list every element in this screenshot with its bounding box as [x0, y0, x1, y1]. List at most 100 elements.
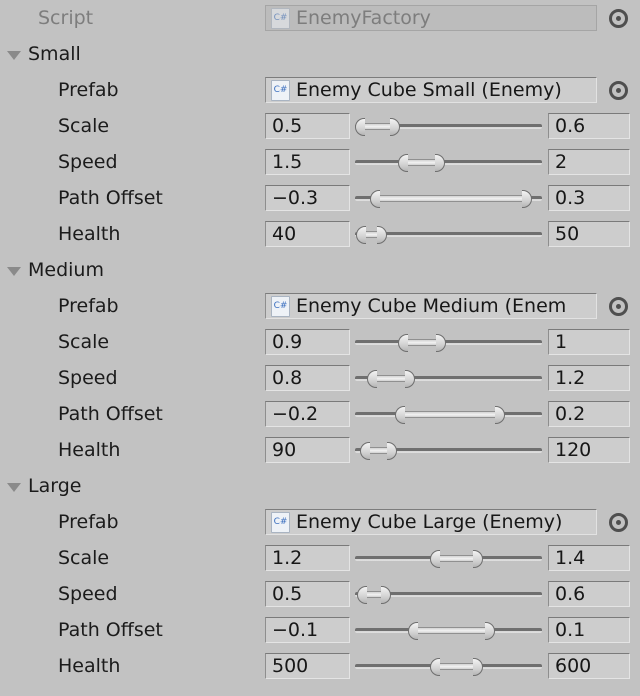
slider-knob-max-small-speed[interactable] [435, 154, 445, 172]
prefab-target-picker-icon-small[interactable] [609, 80, 628, 100]
label-medium-speed: Speed [58, 366, 118, 389]
min-input-small-scale[interactable]: 0.5 [265, 113, 350, 139]
max-input-large-health[interactable]: 600 [548, 653, 630, 679]
slider-fill-medium-path_offset [405, 411, 495, 418]
slider-knob-min-small-speed[interactable] [398, 154, 408, 172]
section-foldout-medium[interactable]: Medium [0, 252, 640, 288]
slider-knob-max-small-health[interactable] [377, 226, 387, 244]
min-input-large-speed[interactable]: 0.5 [265, 581, 350, 607]
slider-knob-min-large-health[interactable] [430, 658, 440, 676]
minmax-slider-small-speed[interactable] [355, 149, 542, 175]
field-row-medium-path_offset: Path Offset −0.2 0.2 [0, 396, 640, 432]
max-input-large-scale[interactable]: 1.4 [548, 545, 630, 571]
label-large-health: Health [58, 654, 121, 677]
max-input-medium-path_offset[interactable]: 0.2 [548, 401, 630, 427]
slider-knob-min-large-path_offset[interactable] [408, 622, 418, 640]
minmax-slider-small-health[interactable] [355, 221, 542, 247]
slider-knob-max-small-path_offset[interactable] [522, 190, 532, 208]
slider-knob-min-medium-path_offset[interactable] [395, 406, 405, 424]
slider-fill-large-path_offset [418, 627, 485, 634]
minmax-slider-small-path_offset[interactable] [355, 185, 542, 211]
section-foldout-small[interactable]: Small [0, 36, 640, 72]
min-input-large-path_offset[interactable]: −0.1 [265, 617, 350, 643]
slider-knob-min-medium-health[interactable] [360, 442, 370, 460]
min-input-medium-speed[interactable]: 0.8 [265, 365, 350, 391]
slider-fill-large-scale [440, 555, 473, 562]
slider-knob-max-large-path_offset[interactable] [485, 622, 495, 640]
max-input-medium-scale[interactable]: 1 [548, 329, 630, 355]
minmax-slider-medium-scale[interactable] [355, 329, 542, 355]
slider-knob-max-large-scale[interactable] [473, 550, 483, 568]
label-medium-scale: Scale [58, 330, 110, 353]
prefab-target-picker-icon-large[interactable] [609, 512, 628, 532]
slider-track-small-speed[interactable] [355, 160, 542, 165]
prefab-object-field-large[interactable]: C# Enemy Cube Large (Enemy) [265, 509, 597, 535]
field-row-medium-scale: Scale 0.9 1 [0, 324, 640, 360]
min-input-medium-scale[interactable]: 0.9 [265, 329, 350, 355]
min-input-large-health[interactable]: 500 [265, 653, 350, 679]
slider-fill-large-health [440, 663, 473, 670]
minmax-slider-medium-health[interactable] [355, 437, 542, 463]
max-input-small-path_offset[interactable]: 0.3 [548, 185, 630, 211]
slider-track-medium-scale[interactable] [355, 340, 542, 345]
slider-knob-max-medium-path_offset[interactable] [495, 406, 505, 424]
slider-knob-min-small-health[interactable] [356, 226, 366, 244]
label-large-speed: Speed [58, 582, 118, 605]
label-small-path_offset: Path Offset [58, 186, 163, 209]
max-input-large-path_offset[interactable]: 0.1 [548, 617, 630, 643]
script-target-picker-icon[interactable] [609, 8, 628, 28]
section-title-large: Large [28, 474, 82, 497]
min-input-large-scale[interactable]: 1.2 [265, 545, 350, 571]
prefab-row-large: Prefab C# Enemy Cube Large (Enemy) [0, 504, 640, 540]
max-input-small-scale[interactable]: 0.6 [548, 113, 630, 139]
slider-knob-max-medium-scale[interactable] [436, 334, 446, 352]
prefab-object-value-medium: Enemy Cube Medium (Enem [296, 294, 567, 317]
min-input-medium-path_offset[interactable]: −0.2 [265, 401, 350, 427]
minmax-slider-small-scale[interactable] [355, 113, 542, 139]
section-foldout-large[interactable]: Large [0, 468, 640, 504]
slider-knob-max-medium-health[interactable] [387, 442, 397, 460]
label-medium-health: Health [58, 438, 121, 461]
min-input-small-health[interactable]: 40 [265, 221, 350, 247]
prefab-label-medium: Prefab [58, 294, 119, 317]
max-input-small-health[interactable]: 50 [548, 221, 630, 247]
max-input-medium-health[interactable]: 120 [548, 437, 630, 463]
minmax-slider-large-path_offset[interactable] [355, 617, 542, 643]
prefab-target-picker-icon-medium[interactable] [609, 296, 628, 316]
min-input-small-speed[interactable]: 1.5 [265, 149, 350, 175]
minmax-slider-medium-path_offset[interactable] [355, 401, 542, 427]
slider-knob-max-large-health[interactable] [473, 658, 483, 676]
minmax-slider-large-health[interactable] [355, 653, 542, 679]
max-input-medium-speed[interactable]: 1.2 [548, 365, 630, 391]
slider-fill-medium-scale [408, 339, 436, 346]
min-input-medium-health[interactable]: 90 [265, 437, 350, 463]
slider-knob-min-small-scale[interactable] [355, 118, 365, 136]
section-title-medium: Medium [28, 258, 104, 281]
section-title-small: Small [28, 42, 81, 65]
prefab-object-field-small[interactable]: C# Enemy Cube Small (Enemy) [265, 77, 597, 103]
slider-knob-max-medium-speed[interactable] [405, 370, 415, 388]
field-row-medium-speed: Speed 0.8 1.2 [0, 360, 640, 396]
minmax-slider-large-speed[interactable] [355, 581, 542, 607]
min-input-small-path_offset[interactable]: −0.3 [265, 185, 350, 211]
minmax-slider-large-scale[interactable] [355, 545, 542, 571]
sections-container: Small Prefab C# Enemy Cube Small (Enemy) Sca… [0, 36, 640, 684]
slider-knob-min-large-speed[interactable] [357, 586, 367, 604]
slider-knob-min-medium-scale[interactable] [398, 334, 408, 352]
script-object-field[interactable]: C# EnemyFactory [265, 5, 597, 31]
field-row-medium-health: Health 90 120 [0, 432, 640, 468]
slider-knob-min-medium-speed[interactable] [367, 370, 377, 388]
prefab-row-medium: Prefab C# Enemy Cube Medium (Enem [0, 288, 640, 324]
slider-knob-min-small-path_offset[interactable] [370, 190, 380, 208]
max-input-small-speed[interactable]: 2 [548, 149, 630, 175]
prefab-object-field-medium[interactable]: C# Enemy Cube Medium (Enem [265, 293, 597, 319]
max-input-large-speed[interactable]: 0.6 [548, 581, 630, 607]
slider-fill-small-speed [408, 159, 435, 166]
minmax-slider-medium-speed[interactable] [355, 365, 542, 391]
prefab-label-small: Prefab [58, 78, 119, 101]
label-large-path_offset: Path Offset [58, 618, 163, 641]
slider-knob-max-small-scale[interactable] [390, 118, 400, 136]
slider-knob-max-large-speed[interactable] [381, 586, 391, 604]
slider-knob-min-large-scale[interactable] [430, 550, 440, 568]
field-row-small-path_offset: Path Offset −0.3 0.3 [0, 180, 640, 216]
